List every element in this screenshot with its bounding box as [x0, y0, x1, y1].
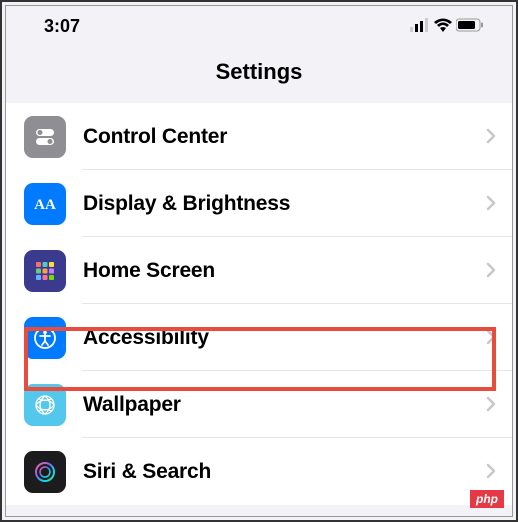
settings-header: Settings — [6, 45, 512, 103]
page-title: Settings — [6, 59, 512, 85]
row-control-center[interactable]: Control Center — [6, 103, 512, 170]
svg-text:AA: AA — [34, 197, 56, 213]
status-bar: 3:07 — [6, 6, 512, 45]
home-screen-icon — [24, 250, 66, 292]
accessibility-icon — [24, 317, 66, 359]
row-display-brightness[interactable]: AA Display & Brightness — [6, 170, 512, 237]
row-label: Wallpaper — [83, 393, 486, 417]
chevron-right-icon — [486, 124, 496, 150]
chevron-right-icon — [486, 459, 496, 485]
wallpaper-icon — [24, 384, 66, 426]
siri-icon — [24, 451, 66, 493]
settings-list: Control Center AA Display & Brightness — [6, 103, 512, 505]
cellular-signal-icon — [410, 16, 430, 37]
battery-icon — [456, 16, 484, 37]
chevron-right-icon — [486, 392, 496, 418]
row-label: Siri & Search — [83, 460, 486, 484]
status-icons — [410, 16, 484, 37]
status-time: 3:07 — [44, 16, 80, 37]
watermark: php — [470, 490, 504, 508]
row-home-screen[interactable]: Home Screen — [6, 237, 512, 304]
display-brightness-icon: AA — [24, 183, 66, 225]
chevron-right-icon — [486, 258, 496, 284]
row-siri-search[interactable]: Siri & Search — [6, 438, 512, 505]
row-label: Display & Brightness — [83, 192, 486, 216]
chevron-right-icon — [486, 325, 496, 351]
row-accessibility[interactable]: Accessibility — [6, 304, 512, 371]
row-wallpaper[interactable]: Wallpaper — [6, 371, 512, 438]
chevron-right-icon — [486, 191, 496, 217]
row-label: Home Screen — [83, 259, 486, 283]
row-label: Control Center — [83, 125, 486, 149]
wifi-icon — [434, 16, 452, 37]
row-label: Accessibility — [83, 326, 486, 350]
control-center-icon — [24, 116, 66, 158]
